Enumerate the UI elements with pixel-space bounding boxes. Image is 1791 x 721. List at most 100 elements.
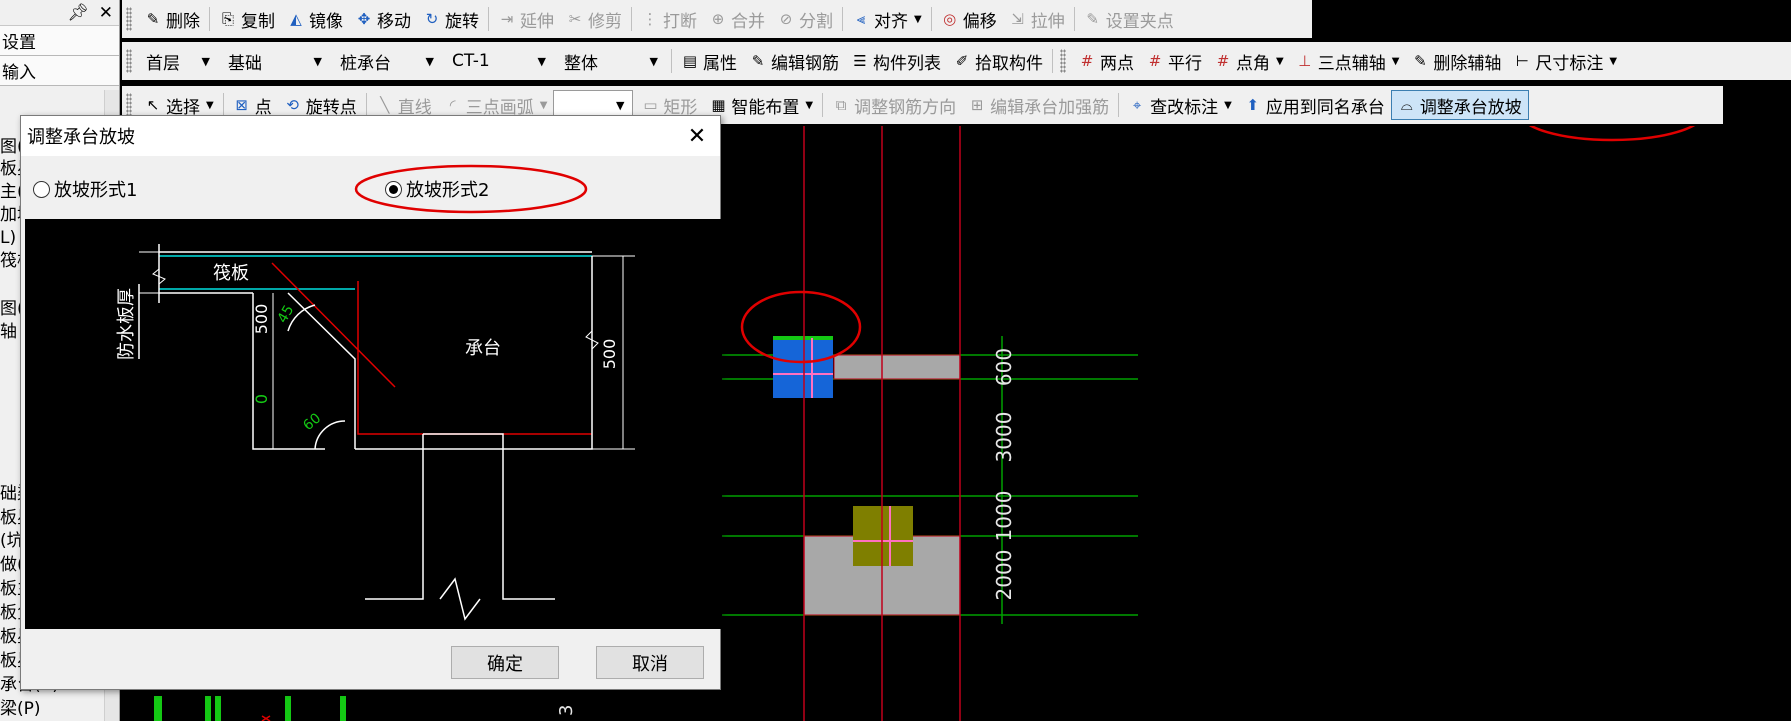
chevron-down-icon[interactable]: ▼: [914, 14, 922, 25]
chevron-down-icon[interactable]: ▼: [1609, 56, 1617, 67]
tool-button-align[interactable]: ⫷ 对齐 ▼: [846, 4, 928, 34]
line-icon: ╲: [380, 96, 390, 114]
pile-cap-selected[interactable]: [773, 338, 833, 398]
tool-button-rotate[interactable]: ↻ 旋转: [417, 4, 485, 34]
toolbar-grip[interactable]: [1060, 49, 1066, 73]
ok-button[interactable]: 确定: [451, 646, 559, 679]
chevron-down-icon[interactable]: ▼: [314, 55, 322, 68]
tool-button-three-point-axis[interactable]: ⊥ 三点辅轴 ▼: [1290, 46, 1406, 76]
pile-cap-gray-top[interactable]: [833, 354, 961, 380]
tool-button-grip-point-label: 设置夹点: [1105, 11, 1174, 32]
edit-reinforcement-icon: ⊞: [970, 96, 984, 114]
chevron-down-icon[interactable]: ▼: [1224, 100, 1232, 111]
pin-icon[interactable]: 📌︎: [67, 3, 89, 23]
dialog-titlebar[interactable]: 调整承台放坡 ✕: [21, 116, 720, 156]
dialog-title: 调整承台放坡: [27, 127, 135, 148]
pile-olive[interactable]: [853, 506, 913, 566]
offset-icon: ◎: [943, 10, 957, 28]
tool-button-point-label: 点: [254, 97, 272, 118]
tool-button-properties[interactable]: ▤ 属性: [675, 46, 743, 76]
rebar-direction-icon: ⧉: [835, 96, 847, 114]
chevron-down-icon[interactable]: ▼: [1276, 56, 1284, 67]
tool-button-adjust-slope-label: 调整承台放坡: [1419, 97, 1522, 118]
chevron-down-icon[interactable]: ▼: [650, 55, 658, 68]
tool-button-split[interactable]: ⊘ 分割: [771, 4, 839, 34]
tool-button-trim[interactable]: ✂ 修剪: [560, 4, 628, 34]
tool-button-stretch[interactable]: ⇲ 拉伸: [1003, 4, 1071, 34]
tool-button-apply-same[interactable]: ⬆ 应用到同名承台: [1238, 90, 1391, 120]
tool-button-break-label: 打断: [663, 11, 697, 32]
tool-button-merge-label: 合并: [731, 11, 765, 32]
tool-button-trim-label: 修剪: [588, 11, 622, 32]
tool-button-adjust-slope[interactable]: ⌓ 调整承台放坡: [1390, 90, 1529, 120]
tool-button-dimension[interactable]: ⊢ 尺寸标注 ▼: [1507, 46, 1623, 76]
chevron-down-icon[interactable]: ▼: [426, 55, 434, 68]
chevron-down-icon[interactable]: ▼: [616, 99, 624, 112]
chevron-down-icon[interactable]: ▼: [540, 100, 548, 111]
select-value: 桩承台: [340, 53, 391, 74]
tool-button-point-angle-axis-label: 点角: [1236, 53, 1270, 74]
toolbar-separator: [671, 49, 672, 73]
layer-select-3[interactable]: 桩承台 ▼: [332, 46, 442, 76]
tool-button-delete-axis[interactable]: ✎ 删除辅轴: [1405, 46, 1507, 76]
panel-tree-item[interactable]: 梁(P): [0, 697, 41, 721]
chevron-down-icon[interactable]: ▼: [206, 100, 214, 111]
adjust-cap-slope-dialog: 调整承台放坡 ✕ 放坡形式1 放坡形式2 防水板厚 筏板 45 60 500 0…: [20, 115, 722, 690]
tool-button-mirror[interactable]: ◭ 镜像: [281, 4, 349, 34]
panel-row-settings[interactable]: 设置: [0, 26, 119, 56]
layer-select-4[interactable]: CT-1 ▼: [444, 46, 554, 76]
tool-button-two-point-axis[interactable]: # 两点: [1072, 46, 1140, 76]
layer-select-1[interactable]: 首层 ▼: [138, 46, 218, 76]
toolbar-separator: [930, 7, 932, 31]
panel-row-input[interactable]: 输入: [0, 56, 119, 86]
tool-button-eraser[interactable]: ✎ 删除: [138, 4, 206, 34]
chevron-down-icon[interactable]: ▼: [805, 100, 813, 111]
tool-button-offset[interactable]: ◎ 偏移: [935, 4, 1003, 34]
toolbar-separator: [365, 93, 367, 117]
tool-button-line-label: 直线: [397, 97, 432, 118]
tool-button-move-label: 移动: [377, 11, 411, 32]
tool-button-apply-same-label: 应用到同名承台: [1265, 97, 1385, 118]
dialog-close-icon[interactable]: ✕: [682, 124, 712, 149]
tool-button-break[interactable]: ⋮ 打断: [635, 4, 703, 34]
dim-500-right: 500: [600, 339, 619, 370]
bottom-bar-2: [205, 696, 211, 721]
toolbar-grip[interactable]: [126, 49, 132, 73]
tool-button-rebar-direction[interactable]: ⧉ 调整钢筋方向: [826, 90, 962, 120]
tool-button-extend[interactable]: ⇥ 延伸: [492, 4, 560, 34]
chevron-down-icon[interactable]: ▼: [1392, 56, 1400, 67]
select-value: CT-1: [452, 51, 490, 71]
edit-toolbar: ✎ 删除 ⎘ 复制 ◭ 镜像 ✥ 移动 ↻ 旋转 ⇥ 延伸 ✂ 修剪 ⋮ 打断 ⊕ 合并 ⊘ 分割 ⫷ 对齐 ▼ ◎ 偏移 ⇲ 拉伸…: [122, 0, 1312, 38]
chevron-down-icon[interactable]: ▼: [202, 55, 210, 68]
close-icon[interactable]: ✕: [99, 3, 113, 23]
option-highlight: [354, 164, 588, 214]
parallel-axis-icon: #: [1148, 52, 1162, 70]
select-value: 整体: [564, 53, 598, 74]
tool-button-edit-reinforcement[interactable]: ⊞ 编辑承台加强筋: [962, 90, 1115, 120]
tool-button-move[interactable]: ✥ 移动: [349, 4, 417, 34]
cancel-button[interactable]: 取消: [596, 646, 704, 679]
panel-tree-item[interactable]: 轴: [0, 320, 17, 344]
toolbar-grip[interactable]: [126, 7, 132, 31]
toolbar-grip[interactable]: [126, 93, 132, 117]
tool-button-component-list[interactable]: ☰ 构件列表: [845, 46, 947, 76]
tool-button-grip-point[interactable]: ✎ 设置夹点: [1078, 4, 1180, 34]
select-arrow-icon: ↖: [146, 96, 160, 114]
tool-button-edit-annotation[interactable]: ⌖ 查改标注 ▼: [1122, 90, 1238, 120]
toolbar-separator: [631, 7, 632, 31]
toolbar-separator: [488, 7, 489, 31]
tool-button-copy[interactable]: ⎘ 复制: [213, 4, 281, 34]
tool-button-merge[interactable]: ⊕ 合并: [703, 4, 771, 34]
tool-button-pick-component[interactable]: ✐ 拾取构件: [947, 46, 1049, 76]
chevron-down-icon[interactable]: ▼: [538, 55, 546, 68]
three-point-axis-icon: ⊥: [1298, 52, 1312, 70]
tool-button-point-angle-axis[interactable]: # 点角 ▼: [1208, 46, 1290, 76]
tool-button-parallel-axis[interactable]: # 平行: [1140, 46, 1208, 76]
tool-button-rebar-direction-label: 调整钢筋方向: [854, 97, 957, 118]
waterproof-label: 防水板厚: [116, 288, 137, 360]
panel-tree-item[interactable]: L): [0, 226, 16, 250]
layer-select-5[interactable]: 整体 ▼: [556, 46, 666, 76]
toolbar-separator: [1118, 93, 1120, 117]
tool-button-edit-rebar[interactable]: ✎ 编辑钢筋: [743, 46, 845, 76]
layer-select-2[interactable]: 基础 ▼: [220, 46, 330, 76]
